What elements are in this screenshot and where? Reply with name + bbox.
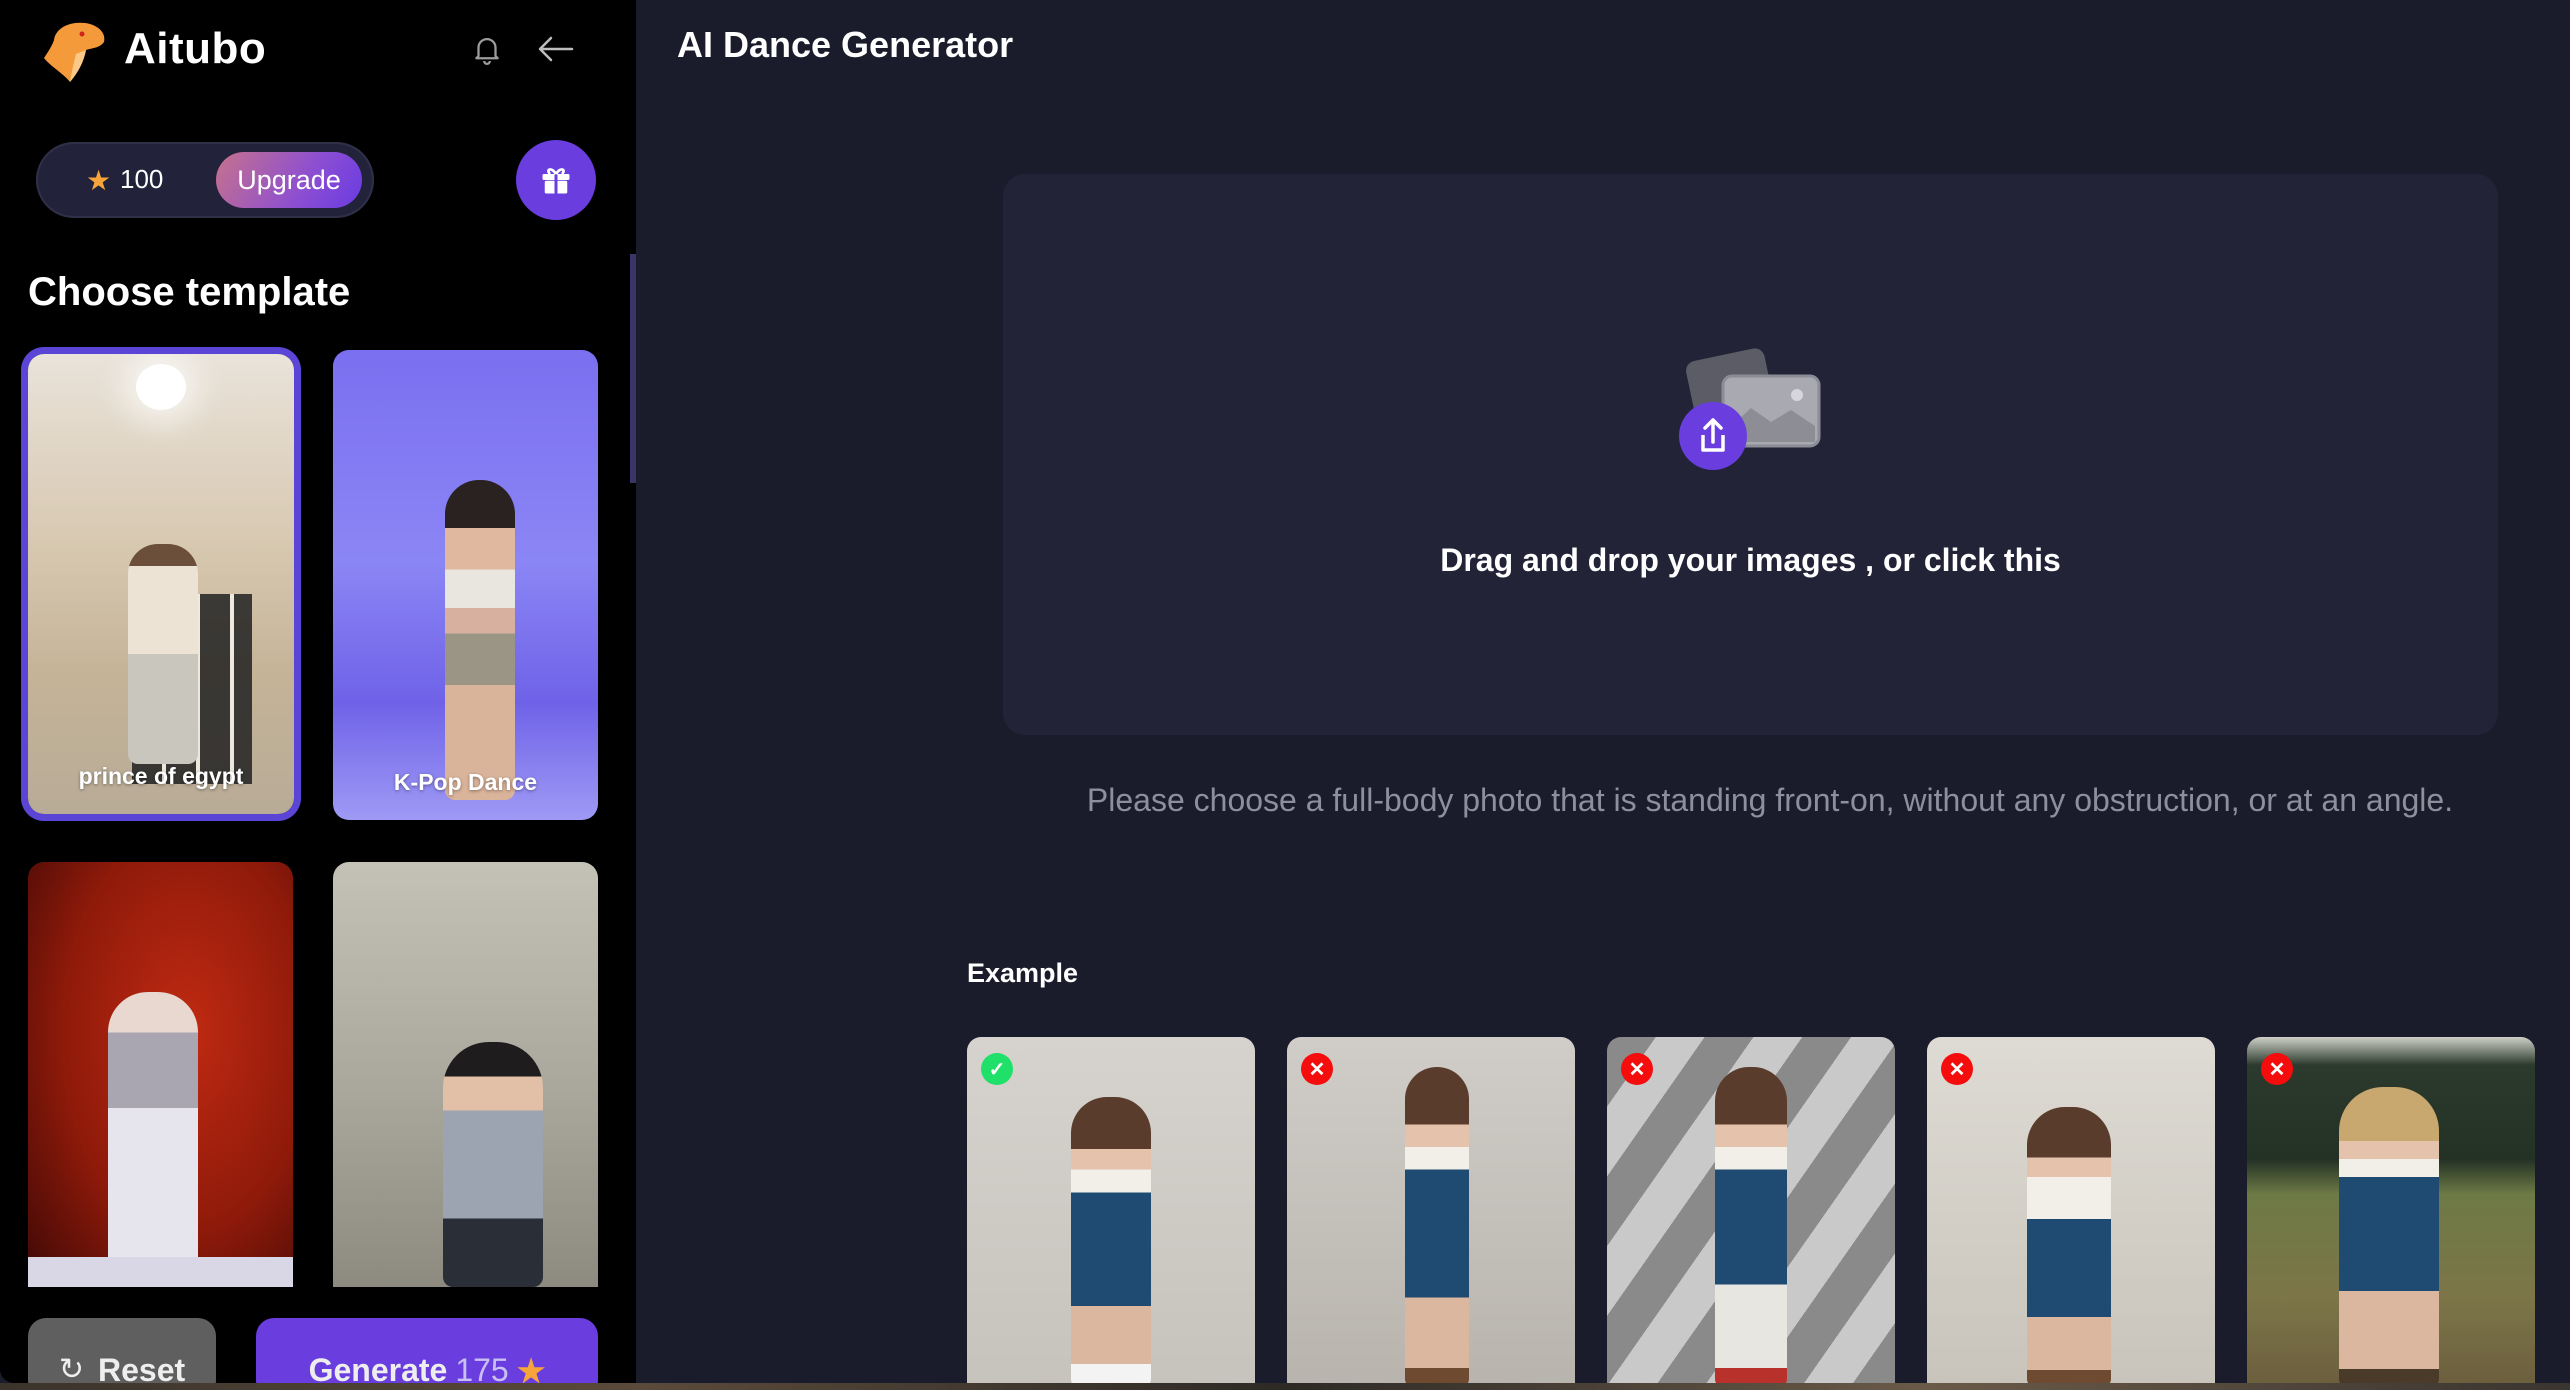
generate-button[interactable]: Generate 175 ★ xyxy=(256,1318,598,1383)
x-icon: ✕ xyxy=(1621,1053,1653,1085)
generate-label: Generate xyxy=(308,1352,448,1383)
dropzone-text: Drag and drop your images , or click thi… xyxy=(1440,542,2061,578)
template-card-4[interactable] xyxy=(333,862,598,1287)
sidebar-scrollbar[interactable] xyxy=(630,254,636,483)
gift-icon xyxy=(542,168,570,194)
x-icon: ✕ xyxy=(1941,1053,1973,1085)
x-icon: ✕ xyxy=(2261,1053,2293,1085)
gift-button[interactable] xyxy=(516,140,596,220)
template-label: prince of egypt xyxy=(78,763,244,789)
example-card: ✕ xyxy=(1607,1037,1895,1387)
upgrade-button[interactable]: Upgrade xyxy=(216,152,362,208)
arrow-left-icon[interactable] xyxy=(536,34,576,64)
girl-figure xyxy=(1405,1067,1469,1387)
reset-label: Reset xyxy=(97,1352,186,1383)
template-thumbnail xyxy=(136,364,186,410)
example-card: ✕ xyxy=(1927,1037,2215,1387)
template-label: K-Pop Dance xyxy=(393,769,538,795)
check-icon: ✓ xyxy=(981,1053,1013,1085)
choose-template-heading: Choose template xyxy=(28,270,351,314)
floor xyxy=(28,1257,293,1287)
star-icon: ★ xyxy=(516,1353,546,1383)
desktop-background xyxy=(0,1383,2570,1390)
page-title: AI Dance Generator xyxy=(677,24,1014,65)
dancer-figure xyxy=(445,480,515,800)
example-card: ✕ xyxy=(2247,1037,2535,1387)
example-card: ✓ xyxy=(967,1037,1255,1387)
upload-image-icon xyxy=(1679,348,1821,470)
x-icon: ✕ xyxy=(1301,1053,1333,1085)
girl-figure xyxy=(1715,1067,1787,1387)
photo-hint: Please choose a full-body photo that is … xyxy=(1086,782,2454,818)
otter-logo-icon xyxy=(44,22,105,82)
brand-name: Aitubo xyxy=(124,24,267,73)
generate-cost: 175 xyxy=(455,1352,509,1383)
example-heading: Example xyxy=(967,958,1079,988)
refresh-icon: ↻ xyxy=(58,1353,84,1383)
star-icon: ★ xyxy=(86,165,112,196)
credits-pill: ★ 100 Upgrade xyxy=(36,142,374,218)
dancer-figure xyxy=(108,992,198,1282)
template-card-kpop-dance[interactable]: K-Pop Dance xyxy=(333,350,598,820)
girl-figure xyxy=(2027,1107,2111,1387)
sidebar: Aitubo ★ 100 Upgrade Choose template pri… xyxy=(0,0,636,1383)
upload-dropzone[interactable]: Drag and drop your images , or click thi… xyxy=(1003,174,2498,735)
credit-count: 100 xyxy=(120,164,164,194)
example-card: ✕ xyxy=(1287,1037,1575,1387)
reset-button[interactable]: ↻ Reset xyxy=(28,1318,216,1383)
dancer-figure xyxy=(443,1042,543,1287)
template-card-3[interactable] xyxy=(28,862,293,1287)
template-card-prince-of-egypt[interactable]: prince of egypt xyxy=(28,354,294,814)
dancer-figure xyxy=(128,544,198,764)
girl-figure xyxy=(2339,1087,2439,1387)
bell-icon[interactable] xyxy=(470,32,504,66)
girl-figure xyxy=(1071,1097,1151,1387)
